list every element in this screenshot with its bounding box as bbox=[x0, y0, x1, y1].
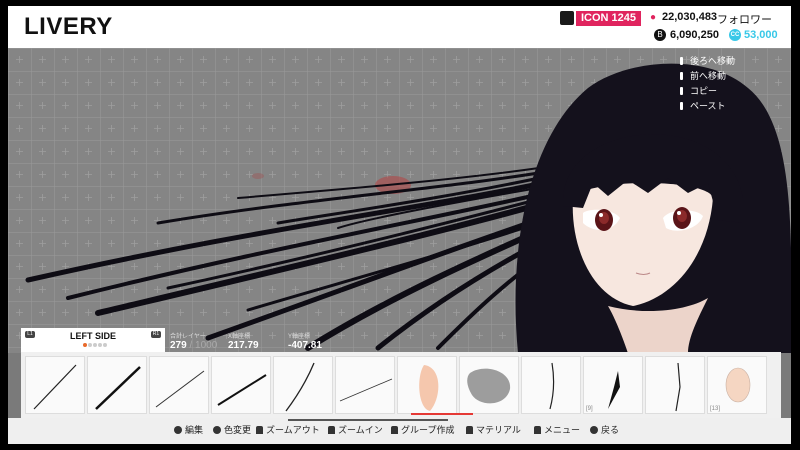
followers-icon: ● bbox=[650, 12, 657, 23]
layer-count: 279 bbox=[170, 340, 187, 351]
hint-label: グループ作成 bbox=[401, 425, 455, 435]
hint-color[interactable]: 色変更 bbox=[213, 425, 251, 436]
livery-canvas[interactable] bbox=[8, 48, 791, 353]
next-side-button[interactable]: R1 bbox=[151, 331, 161, 338]
hint-zoom-out[interactable]: ズームアウト bbox=[256, 425, 320, 436]
layer-thumb[interactable] bbox=[149, 356, 209, 414]
hint-label: 編集 bbox=[185, 425, 204, 435]
hint-label: ズームイン bbox=[338, 425, 383, 435]
r2-button-icon bbox=[328, 426, 335, 434]
selection-indicator bbox=[411, 413, 473, 415]
l2-button-icon bbox=[256, 426, 263, 434]
footer-divider bbox=[288, 419, 448, 421]
context-menu: 後ろへ移動 前へ移動 コピー ペースト bbox=[680, 54, 735, 114]
layer-thumb-label: [9] bbox=[586, 406, 593, 412]
x-coordinate-stat: X軸座標 217.79 bbox=[228, 331, 259, 351]
layer-thumb-label: [13] bbox=[710, 406, 721, 412]
side-selector: L1 LEFT SIDE R1 bbox=[21, 328, 165, 352]
layer-thumb[interactable]: [9] bbox=[583, 356, 643, 414]
layer-max: / 1000 bbox=[189, 340, 218, 351]
menu-item-label: ペースト bbox=[690, 101, 726, 111]
layer-count-value: 279 / 1000 bbox=[170, 340, 217, 351]
x-label: X軸座標 bbox=[228, 334, 251, 340]
y-coordinate-stat: Y軸座標 -407.81 bbox=[288, 331, 322, 351]
group-button-icon bbox=[391, 426, 398, 434]
hint-back[interactable]: 戻る bbox=[590, 425, 619, 436]
layer-thumb[interactable] bbox=[335, 356, 395, 414]
layer-count-stat: 合計レイヤー 279 / 1000 bbox=[170, 331, 217, 351]
cross-button-icon bbox=[590, 426, 598, 434]
bullet-icon bbox=[680, 57, 683, 65]
page-dot bbox=[88, 343, 92, 347]
layer-strip: [9] [13] bbox=[21, 352, 781, 418]
menu-item-move-forward[interactable]: 前へ移動 bbox=[680, 69, 735, 84]
bullet-icon bbox=[680, 87, 683, 95]
layer-thumb[interactable] bbox=[645, 356, 705, 414]
header-bar: LIVERY ICON 1245 ● 22,030,483 フォロワー B 6,… bbox=[8, 6, 791, 48]
hint-zoom-in[interactable]: ズームイン bbox=[328, 425, 383, 436]
layer-thumb[interactable] bbox=[25, 356, 85, 414]
layer-thumb[interactable] bbox=[87, 356, 147, 414]
hint-label: 色変更 bbox=[224, 425, 252, 435]
menu-item-label: 後ろへ移動 bbox=[690, 56, 736, 66]
hint-label: メニュー bbox=[544, 425, 581, 435]
square-button-icon bbox=[213, 426, 221, 434]
menu-item-move-back[interactable]: 後ろへ移動 bbox=[680, 54, 735, 69]
page-dot bbox=[98, 343, 102, 347]
layer-thumb[interactable] bbox=[211, 356, 271, 414]
layer-thumb[interactable] bbox=[521, 356, 581, 414]
bullet-icon bbox=[680, 102, 683, 110]
player-icon bbox=[560, 11, 574, 25]
page-dot bbox=[103, 343, 107, 347]
hint-label: 戻る bbox=[601, 425, 620, 435]
hint-edit[interactable]: 編集 bbox=[174, 425, 203, 436]
follower-label: フォロワー bbox=[717, 14, 772, 26]
game-screen: LIVERY ICON 1245 ● 22,030,483 フォロワー B 6,… bbox=[8, 6, 791, 444]
layer-thumb[interactable] bbox=[273, 356, 333, 414]
menu-item-copy[interactable]: コピー bbox=[680, 84, 735, 99]
material-button-icon bbox=[466, 426, 473, 434]
hint-group[interactable]: グループ作成 bbox=[391, 425, 454, 436]
page-title: LIVERY bbox=[24, 13, 113, 40]
layer-thumb-selected[interactable] bbox=[397, 356, 457, 414]
coin-balance: 6,090,250 bbox=[670, 29, 719, 41]
cc-credit-icon: CC bbox=[729, 29, 741, 41]
page-dot bbox=[83, 343, 87, 347]
red-decal-small bbox=[252, 173, 264, 179]
y-label: Y軸座標 bbox=[288, 334, 311, 340]
x-value: 217.79 bbox=[228, 340, 259, 351]
side-name: LEFT SIDE bbox=[69, 331, 116, 341]
layer-count-label: 合計レイヤー bbox=[170, 334, 206, 340]
y-value: -407.81 bbox=[288, 340, 322, 351]
bullet-icon bbox=[680, 72, 683, 80]
hint-label: マテリアル bbox=[476, 425, 521, 435]
hint-menu[interactable]: メニュー bbox=[534, 425, 580, 436]
menu-item-label: 前へ移動 bbox=[690, 71, 727, 81]
coin-icon: B bbox=[654, 29, 666, 41]
circle-button-icon bbox=[174, 426, 182, 434]
icon-count-badge: ICON 1245 bbox=[576, 11, 642, 26]
layer-thumb[interactable] bbox=[459, 356, 519, 414]
hint-label: ズームアウト bbox=[266, 425, 320, 435]
options-button-icon bbox=[534, 426, 541, 434]
page-dot bbox=[93, 343, 97, 347]
hint-material[interactable]: マテリアル bbox=[466, 425, 521, 436]
menu-item-label: コピー bbox=[690, 86, 718, 96]
follower-count: 22,030,483 bbox=[662, 11, 718, 23]
layer-thumb[interactable]: [13] bbox=[707, 356, 767, 414]
menu-item-paste[interactable]: ペースト bbox=[680, 99, 735, 114]
cc-balance: 53,000 bbox=[744, 29, 778, 41]
